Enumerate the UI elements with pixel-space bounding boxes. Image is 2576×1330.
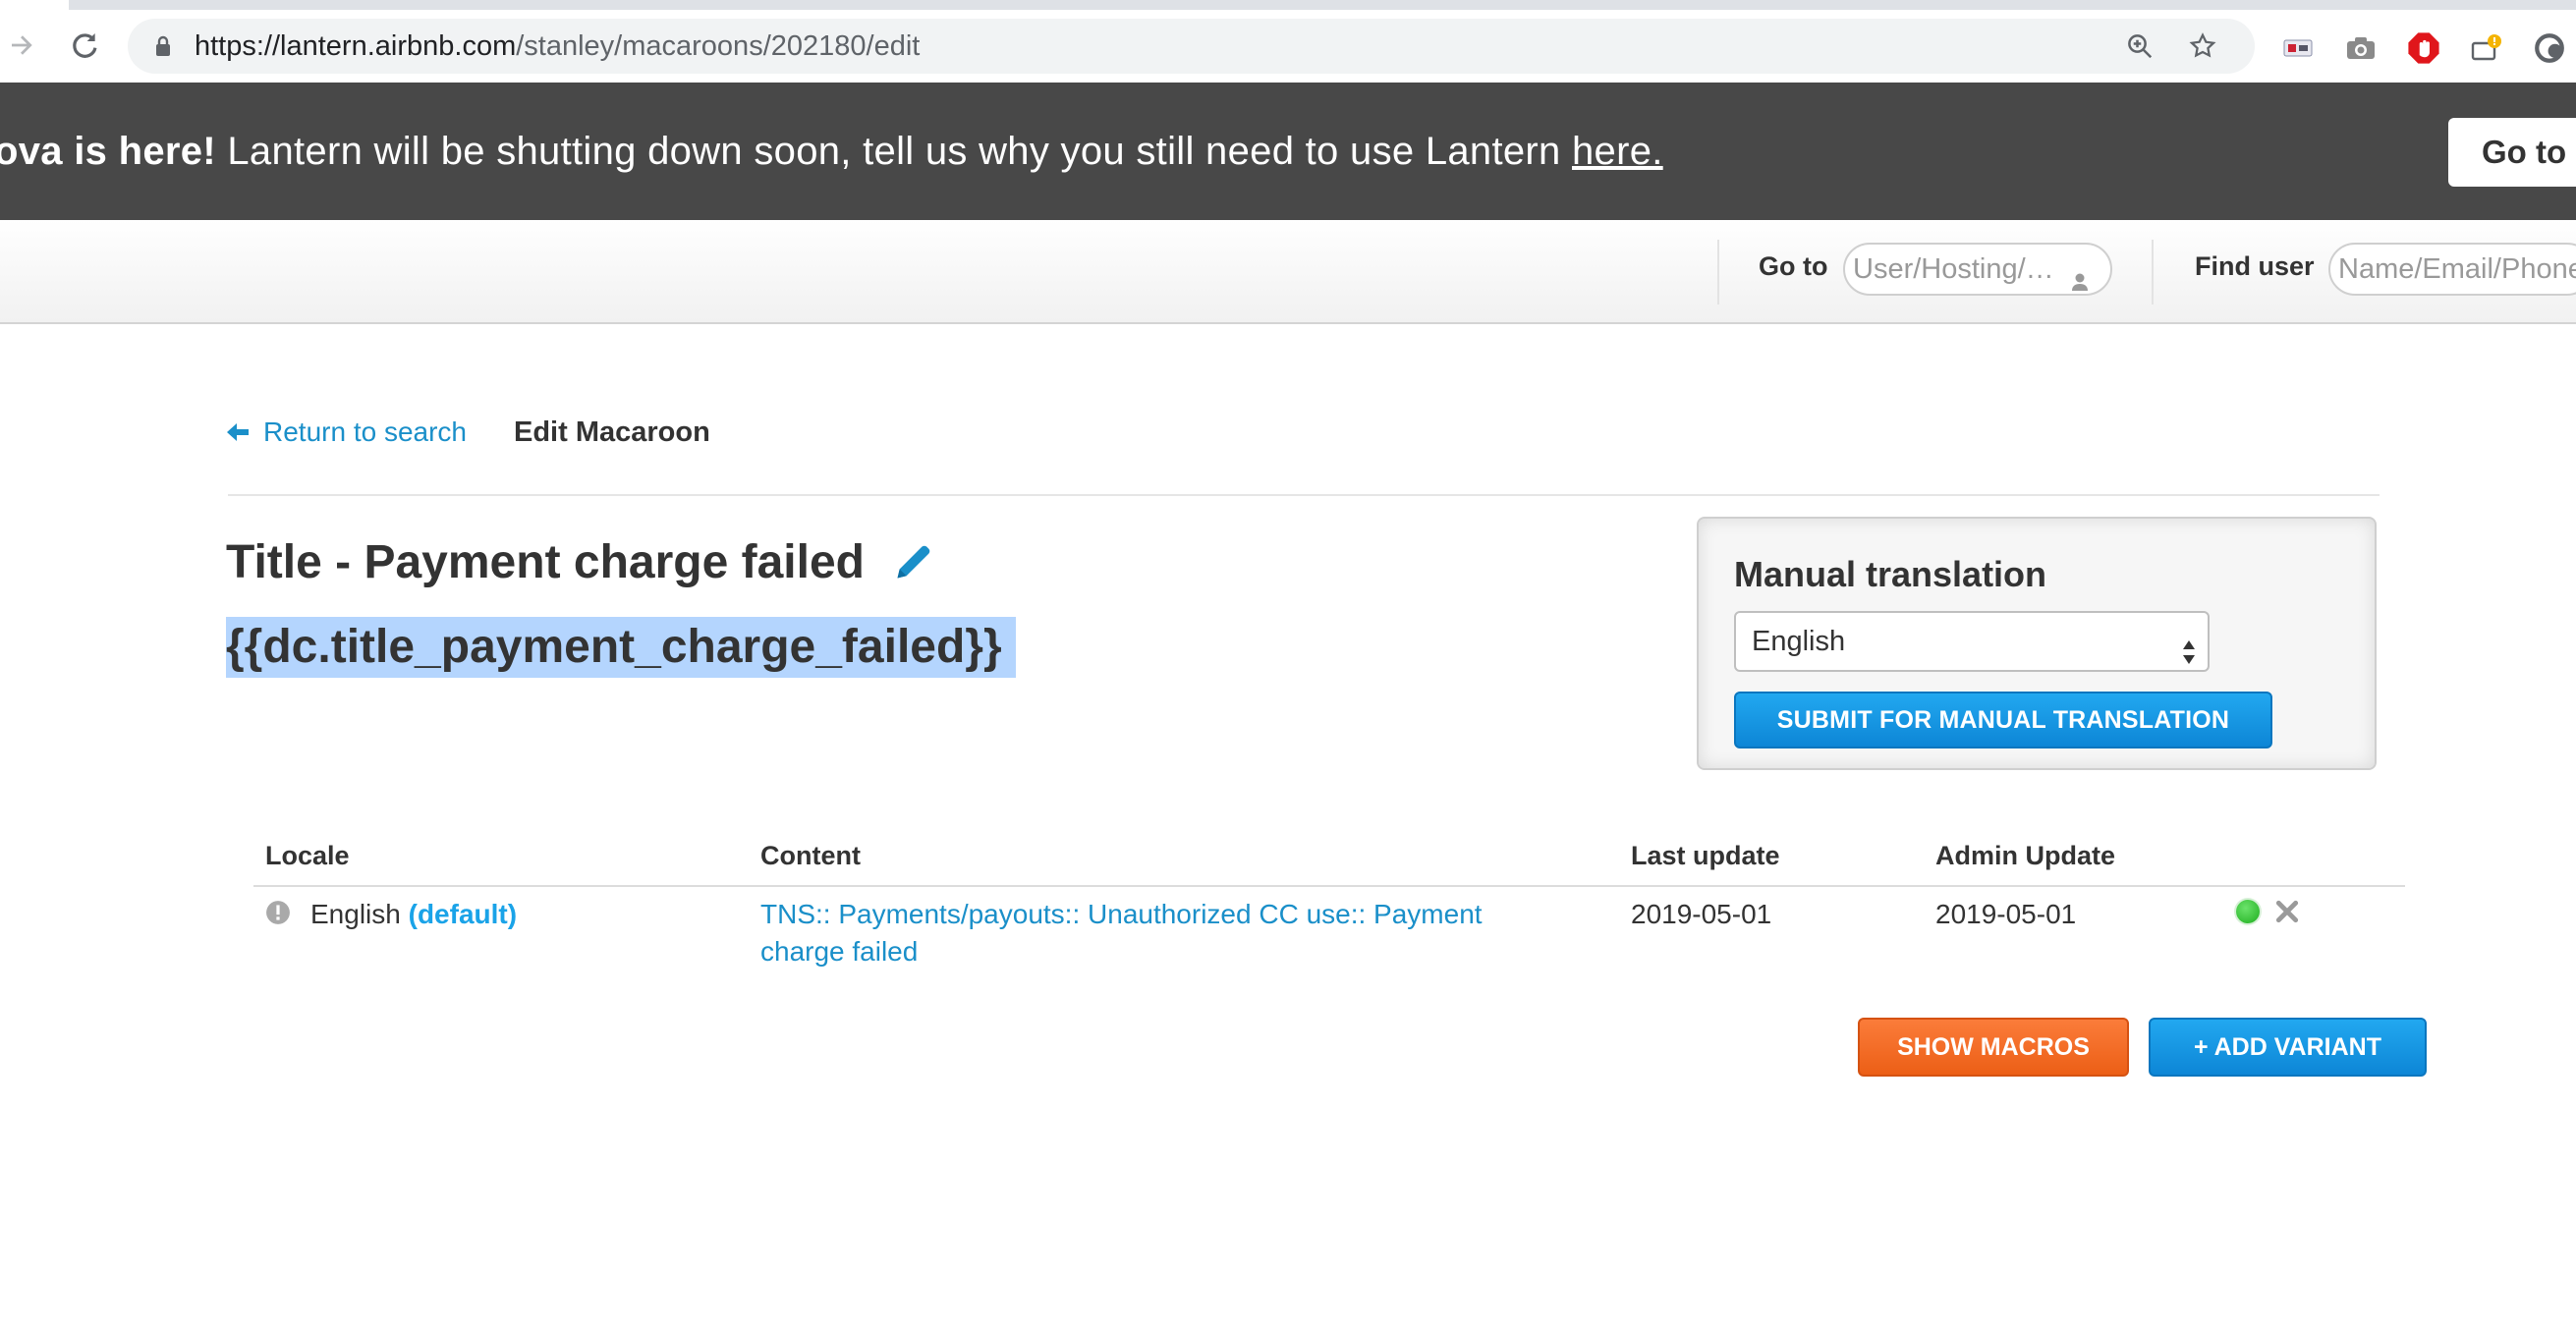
goto-placeholder: User/Hosting/… xyxy=(1853,253,2054,285)
status-active-indicator xyxy=(2236,900,2260,923)
row-content-link[interactable]: TNS:: Payments/payouts:: Unauthorized CC… xyxy=(760,896,1566,970)
page-title: Title - Payment charge failed xyxy=(226,530,935,593)
zoom-icon[interactable] xyxy=(2124,30,2156,62)
arrow-left-icon xyxy=(226,421,250,443)
delete-x-icon[interactable] xyxy=(2271,896,2303,927)
column-header-locale[interactable]: Locale xyxy=(265,841,350,871)
select-arrows-icon xyxy=(2182,629,2196,686)
column-header-content[interactable]: Content xyxy=(760,841,861,871)
header-divider xyxy=(2152,240,2154,305)
language-select[interactable]: English xyxy=(1734,611,2210,672)
table-header-rule xyxy=(253,885,2405,887)
find-user-placeholder: Name/Email/Phone xyxy=(2338,253,2576,285)
banner-link[interactable]: here. xyxy=(1572,130,1663,173)
row-admin-update: 2019-05-01 xyxy=(1935,899,2077,929)
macaroon-key: {{dc.title_payment_charge_failed}} xyxy=(226,617,1016,678)
banner-message: ova is here! Lantern will be shutting do… xyxy=(0,130,1663,173)
section-divider xyxy=(228,494,2380,496)
language-select-value: English xyxy=(1752,626,1846,657)
browser-tab-strip xyxy=(0,0,2576,10)
return-to-search-link[interactable]: Return to search xyxy=(226,413,467,452)
announcement-banner: ova is here! Lantern will be shutting do… xyxy=(0,83,2576,220)
add-variant-button[interactable]: + ADD VARIANT xyxy=(2149,1018,2427,1077)
profile-extension-icon[interactable] xyxy=(2533,31,2566,65)
notification-extension-icon[interactable] xyxy=(2470,31,2503,65)
user-icon xyxy=(2071,258,2089,294)
submit-manual-translation-button[interactable]: SUBMIT FOR MANUAL TRANSLATION xyxy=(1734,692,2272,748)
app-header: Go to User/Hosting/… Find user Name/Emai… xyxy=(0,220,2576,324)
column-header-last-update[interactable]: Last update xyxy=(1631,841,1780,871)
browser-toolbar: https://lantern.airbnb.com/stanley/macar… xyxy=(0,10,2576,83)
goto-label: Go to xyxy=(1759,251,1828,281)
address-bar[interactable]: https://lantern.airbnb.com/stanley/macar… xyxy=(128,19,2255,74)
return-to-search-label: Return to search xyxy=(263,416,467,447)
info-icon[interactable] xyxy=(265,900,291,930)
row-locale: English (default) xyxy=(310,899,518,929)
find-user-label: Find user xyxy=(2195,251,2315,281)
url-text: https://lantern.airbnb.com/stanley/macar… xyxy=(195,30,921,62)
camera-icon[interactable] xyxy=(2344,31,2378,65)
reload-icon[interactable] xyxy=(65,26,104,65)
show-macros-button[interactable]: SHOW MACROS xyxy=(1858,1018,2129,1077)
page-title-text: Title - Payment charge failed xyxy=(226,535,865,588)
adblock-icon[interactable] xyxy=(2407,31,2440,65)
manual-translation-heading: Manual translation xyxy=(1734,554,2047,594)
edit-pencil-icon[interactable] xyxy=(892,540,935,583)
forward-icon[interactable] xyxy=(2,26,41,65)
goto-input[interactable]: User/Hosting/… xyxy=(1843,243,2112,296)
header-divider xyxy=(1717,240,1719,305)
bookmark-star-icon[interactable] xyxy=(2187,30,2218,62)
breadcrumb-current: Edit Macaroon xyxy=(514,416,710,448)
active-tab[interactable] xyxy=(0,0,69,10)
extension-badge-icon[interactable] xyxy=(2281,31,2315,65)
lock-icon xyxy=(153,35,173,62)
default-tag: (default) xyxy=(408,899,518,929)
banner-go-to-button[interactable]: Go to xyxy=(2448,118,2576,187)
find-user-input[interactable]: Name/Email/Phone xyxy=(2328,243,2576,296)
column-header-admin-update[interactable]: Admin Update xyxy=(1935,841,2115,871)
manual-translation-panel: Manual translation English SUBMIT FOR MA… xyxy=(1697,517,2377,770)
row-last-update: 2019-05-01 xyxy=(1631,899,1772,929)
